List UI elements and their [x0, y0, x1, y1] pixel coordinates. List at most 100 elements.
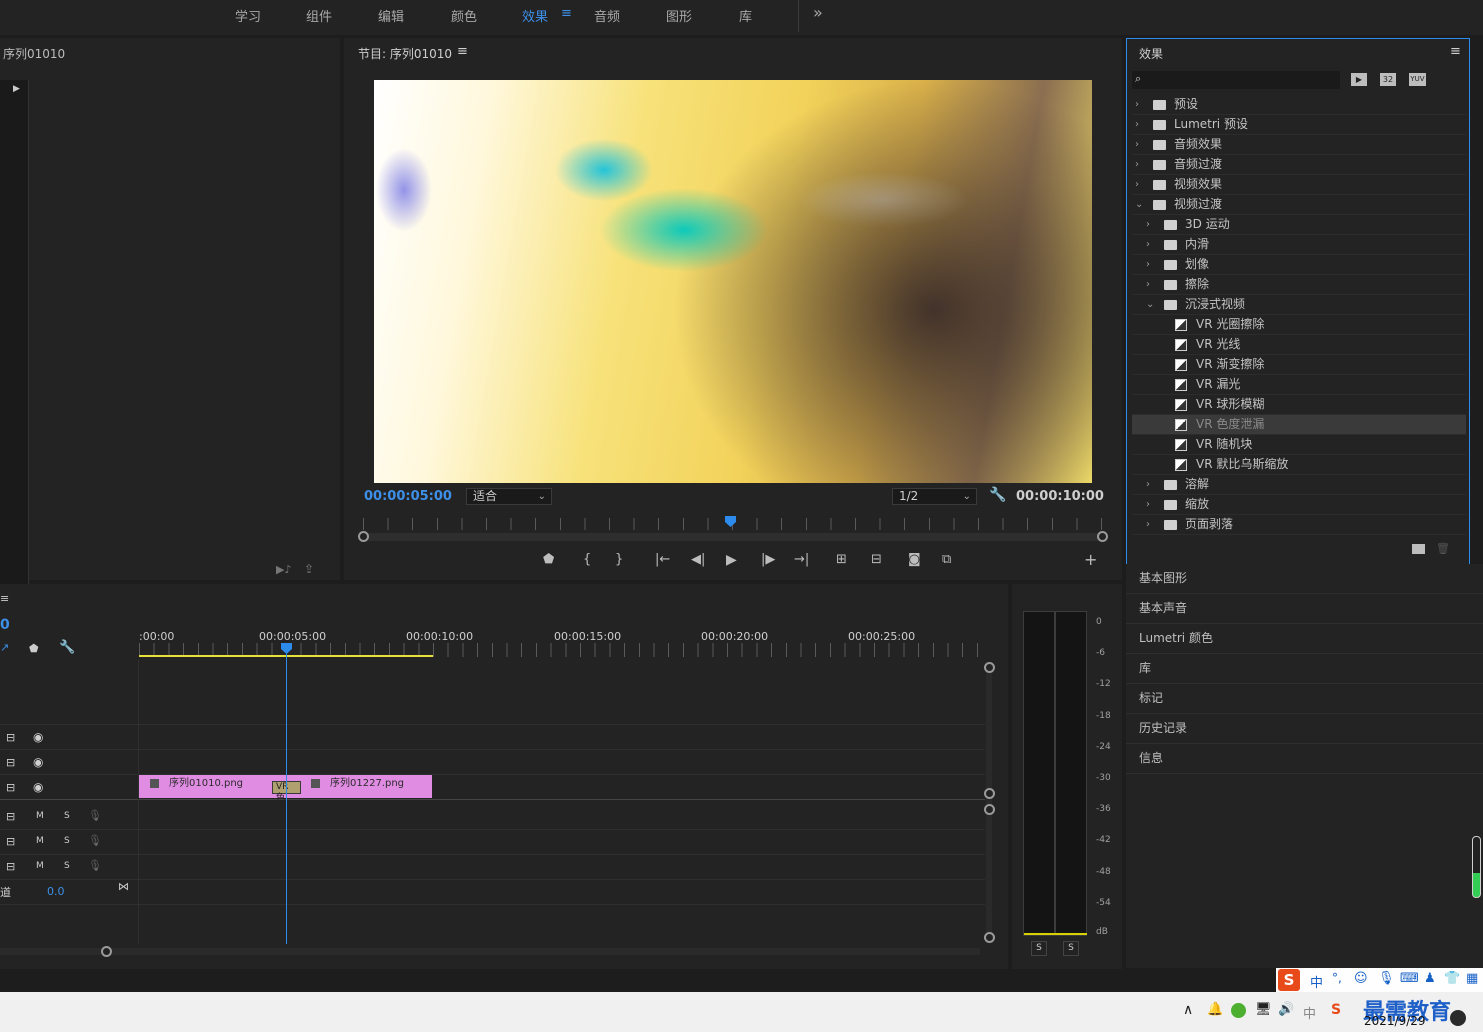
effect-item[interactable]: VR 光线	[1132, 335, 1466, 355]
solo-button[interactable]: S	[64, 811, 70, 821]
playhead-timecode[interactable]: 00:00:05:00	[364, 489, 452, 504]
effect-folder[interactable]: › 擦除	[1132, 275, 1466, 295]
wrench-icon[interactable]: 🔧	[989, 487, 1006, 503]
user-icon[interactable]: ♟	[1424, 971, 1436, 986]
chevron-right-icon[interactable]: ›	[1146, 495, 1150, 514]
go-to-out-icon[interactable]: →|	[794, 552, 809, 567]
effect-folder[interactable]: ⌄ 沉浸式视频	[1132, 295, 1466, 315]
settings-wrench-icon[interactable]: 🔧	[59, 640, 75, 655]
security-icon[interactable]	[1231, 1003, 1246, 1018]
ime-language-indicator[interactable]: 中	[1310, 972, 1323, 991]
mark-out-icon[interactable]: }	[615, 552, 623, 567]
workspace-tab-libraries[interactable]: 库	[739, 6, 752, 25]
effect-folder[interactable]: › Lumetri 预设	[1132, 115, 1466, 135]
scroll-handle[interactable]	[984, 932, 995, 943]
scroll-handle[interactable]	[101, 946, 112, 957]
voice-icon[interactable]: 🎙	[1378, 971, 1395, 986]
grid-icon[interactable]: ▦	[1466, 971, 1478, 986]
snap-icon[interactable]: ↗	[0, 641, 9, 654]
effect-item[interactable]: VR 渐变擦除	[1132, 355, 1466, 375]
track-output-icon[interactable]: ⊟	[6, 810, 15, 823]
add-button-icon[interactable]: +	[1084, 550, 1097, 569]
chevron-right-icon[interactable]: ›	[1146, 515, 1150, 534]
notification-center-icon[interactable]	[1450, 1010, 1466, 1026]
solo-right-button[interactable]: S	[1063, 941, 1079, 956]
sogou-logo-icon[interactable]: S	[1278, 969, 1300, 991]
effect-folder[interactable]: › 缩放	[1132, 495, 1466, 515]
panel-menu-icon[interactable]: ≡	[1450, 44, 1461, 59]
mute-button[interactable]: M	[36, 811, 44, 821]
chevron-right-icon[interactable]: ›	[1146, 255, 1150, 274]
new-bin-icon[interactable]	[1412, 544, 1425, 554]
lift-icon[interactable]: ⊞	[836, 552, 847, 567]
microphone-icon[interactable]: 🎙	[88, 834, 102, 847]
effect-folder[interactable]: › 音频效果	[1132, 135, 1466, 155]
zoom-scrollbar[interactable]	[363, 533, 1103, 541]
effect-folder[interactable]: › 内滑	[1132, 235, 1466, 255]
mute-button[interactable]: M	[36, 861, 44, 871]
workspace-tab-assembly[interactable]: 组件	[306, 6, 332, 25]
effect-item[interactable]: VR 随机块	[1132, 435, 1466, 455]
fit-dropdown[interactable]: 适合 ⌄	[466, 488, 552, 505]
workspace-menu-icon[interactable]: ≡	[561, 6, 572, 21]
effect-folder[interactable]: › 划像	[1132, 255, 1466, 275]
solo-button[interactable]: S	[64, 836, 70, 846]
timeline-timecode[interactable]: 0	[0, 617, 10, 633]
zoom-handle-right[interactable]	[1097, 531, 1108, 542]
timeline-menu-icon[interactable]: ≡	[0, 592, 9, 605]
microphone-icon[interactable]: 🎙	[88, 859, 102, 872]
step-forward-icon[interactable]: |▶	[761, 552, 775, 567]
notification-bell-icon[interactable]: 🔔	[1207, 1002, 1223, 1017]
track-output-icon[interactable]: ⊟	[6, 781, 15, 794]
panel-essential-sound[interactable]: 基本声音	[1126, 594, 1483, 624]
step-back-icon[interactable]: ◀|	[691, 552, 705, 567]
workspace-tab-graphics[interactable]: 图形	[666, 6, 692, 25]
workspace-tab-effects[interactable]: 效果	[522, 6, 548, 25]
add-marker-icon[interactable]: ⬟	[543, 552, 554, 567]
chevron-right-icon[interactable]: ›	[1135, 115, 1139, 134]
panel-lumetri-color[interactable]: Lumetri 颜色	[1126, 624, 1483, 654]
effect-folder[interactable]: › 3D 运动	[1132, 215, 1466, 235]
32-bit-effects-icon[interactable]: 32	[1380, 73, 1396, 86]
eye-icon[interactable]: ◉	[33, 730, 43, 744]
chevron-right-icon[interactable]: ›	[1135, 155, 1139, 174]
workspace-tab-editing[interactable]: 编辑	[378, 6, 404, 25]
ime-tray-indicator[interactable]: 中	[1303, 1003, 1316, 1022]
workspace-tab-color[interactable]: 颜色	[451, 6, 477, 25]
effects-search-input[interactable]: ⌕	[1132, 71, 1340, 89]
export-audio-icon[interactable]: ▶♪	[276, 563, 291, 576]
skin-icon[interactable]: 👕	[1444, 971, 1460, 986]
zoom-handle-left[interactable]	[358, 531, 369, 542]
extract-icon[interactable]: ⊟	[871, 552, 882, 567]
effect-folder[interactable]: › 预设	[1132, 95, 1466, 115]
chevron-right-icon[interactable]: ›	[1146, 235, 1150, 254]
master-bowtie-icon[interactable]: ⋈	[118, 880, 129, 893]
expand-triangle-icon[interactable]: ▶	[13, 84, 20, 94]
workspace-tab-learn[interactable]: 学习	[235, 6, 261, 25]
track-output-icon[interactable]: ⊟	[6, 731, 15, 744]
timeline-clip[interactable]: 序列01010.png	[139, 775, 286, 798]
chevron-right-icon[interactable]: ›	[1146, 275, 1150, 294]
resolution-dropdown[interactable]: 1/2 ⌄	[892, 488, 977, 505]
panel-info[interactable]: 信息	[1126, 744, 1483, 774]
solo-button[interactable]: S	[64, 861, 70, 871]
compare-view-icon[interactable]: ⧉	[942, 552, 951, 567]
scroll-handle[interactable]	[984, 804, 995, 815]
effect-folder[interactable]: › 音频过渡	[1132, 155, 1466, 175]
effect-folder[interactable]: ⌄ 视频过渡	[1132, 195, 1466, 215]
effect-folder[interactable]: › 视频效果	[1132, 175, 1466, 195]
mark-in-icon[interactable]: {	[583, 552, 591, 567]
more-workspaces-icon[interactable]: »	[813, 3, 823, 22]
keyboard-icon[interactable]: ⌨	[1400, 971, 1419, 986]
effect-item[interactable]: VR 色度泄漏	[1132, 415, 1466, 435]
chevron-right-icon[interactable]: ›	[1135, 135, 1139, 154]
effect-item[interactable]: VR 球形模糊	[1132, 395, 1466, 415]
chevron-right-icon[interactable]: ›	[1135, 175, 1139, 194]
accelerated-effects-icon[interactable]: ▶	[1351, 73, 1367, 86]
yuv-effects-icon[interactable]: YUV	[1409, 73, 1426, 86]
go-to-in-icon[interactable]: |←	[655, 552, 670, 567]
scroll-handle[interactable]	[984, 662, 995, 673]
speaker-icon[interactable]: 🔊	[1278, 1002, 1294, 1017]
panel-history[interactable]: 历史记录	[1126, 714, 1483, 744]
marker-icon[interactable]: ⬟	[29, 642, 39, 655]
